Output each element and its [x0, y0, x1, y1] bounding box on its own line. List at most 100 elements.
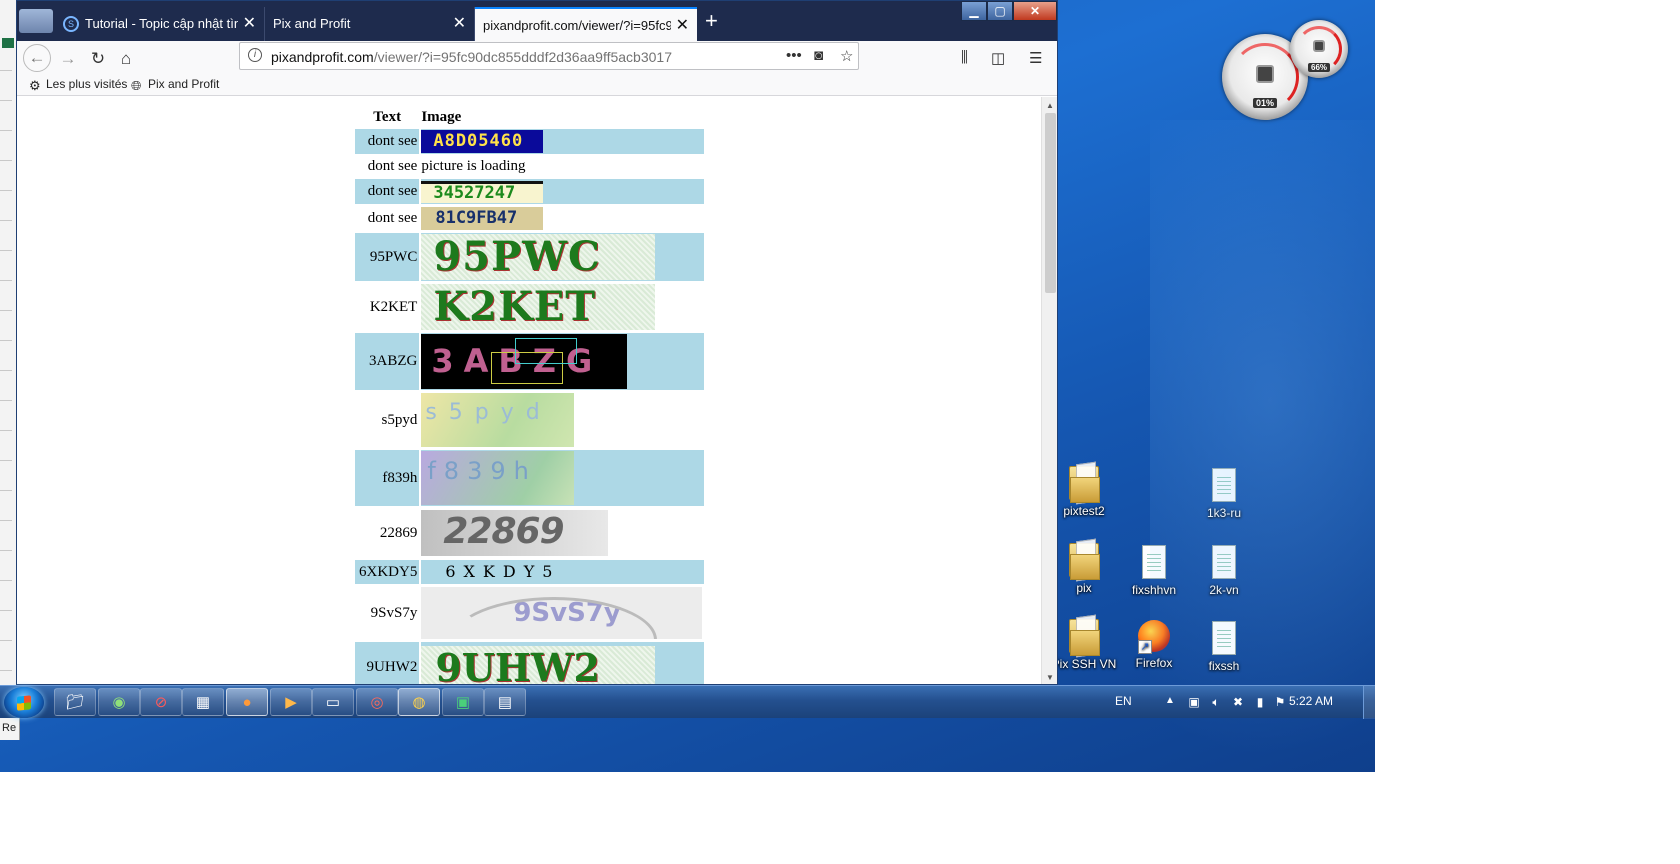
taskbar-control-panel[interactable]: ▦	[182, 688, 224, 716]
taskbar-notepad[interactable]: ▤	[484, 688, 526, 716]
tray-app-icon[interactable]: ▣	[1187, 695, 1201, 709]
back-button[interactable]: ←	[23, 44, 51, 72]
window-thumbnail-icon	[19, 9, 53, 33]
volume-icon[interactable]: 🔈︎	[1209, 695, 1223, 709]
table-row: dont see picture is loading	[355, 156, 704, 177]
captcha-image: 6XKDY5	[421, 561, 622, 583]
screen: 01% 66% pixtest2 1k3-ru pix fixshhvn 2k-…	[0, 0, 1680, 864]
language-indicator[interactable]: EN	[1115, 694, 1132, 708]
taskbar-file-explorer[interactable]: 📁︎	[54, 688, 96, 716]
desktop-icon-label: 1k3-ru	[1206, 506, 1241, 520]
ram-chip-icon	[1313, 40, 1325, 52]
bookmark-most-visited[interactable]: ⚙ Les plus visités	[29, 77, 127, 92]
scroll-up-icon[interactable]: ▲	[1046, 101, 1054, 110]
show-hidden-icons-icon[interactable]: ▲	[1165, 695, 1175, 706]
scroll-down-icon[interactable]: ▼	[1046, 673, 1054, 682]
forward-button[interactable]: →	[55, 46, 81, 72]
cpu-meter-gadget[interactable]: 01% 66%	[1222, 20, 1352, 120]
reload-button[interactable]: ↻	[85, 46, 111, 72]
row-image: picture is loading	[421, 156, 704, 177]
library-icon[interactable]: ⫼	[961, 49, 968, 66]
taskbar-blocked-app[interactable]: ⊘	[140, 688, 182, 716]
row-image: A8D05460	[421, 129, 705, 154]
folder-icon: 📁︎	[65, 694, 85, 711]
maximize-button[interactable]: ▢	[987, 1, 1013, 21]
bookmarks-toolbar: ⚙ Les plus visités 🌐︎ Pix and Profit	[17, 75, 1057, 96]
captcha-image: 81C9FB47	[421, 207, 544, 230]
site-info-icon[interactable]: i	[248, 48, 262, 62]
row-text: s5pyd	[381, 411, 418, 428]
bookmark-star-icon[interactable]: ☆	[840, 47, 853, 65]
cpu-chip-icon	[1256, 65, 1274, 83]
desktop-icon-fixshhvn[interactable]: fixshhvn	[1114, 545, 1194, 597]
desktop-icon-label: Firefox	[1135, 656, 1173, 670]
row-image: s5pyd	[421, 392, 704, 448]
home-button[interactable]: ⌂	[113, 46, 139, 72]
captcha-image: 34527247	[421, 180, 544, 203]
close-tab-icon[interactable]: ✕	[243, 9, 256, 39]
desktop-icon-1k3-ru[interactable]: 1k3-ru	[1184, 468, 1264, 520]
page-actions-icon[interactable]: •••	[786, 47, 802, 64]
navigation-toolbar: ← → ↻ ⌂ i pixandprofit.com/viewer/?i=95f…	[17, 41, 1057, 75]
bookmark-pix-and-profit[interactable]: 🌐︎ Pix and Profit	[131, 77, 219, 92]
row-text: 6XKDY5	[355, 560, 420, 584]
start-button[interactable]	[4, 687, 44, 718]
pocket-icon[interactable]: ◙	[814, 47, 823, 64]
firefox-window: S Tutorial - Topic cập nhật tình h ✕ Pix…	[16, 0, 1058, 685]
firefox-icon	[1138, 620, 1170, 654]
row-text: K2KET	[369, 298, 418, 315]
table-header-row: Text Image	[355, 107, 704, 127]
desktop-icon-label: pix	[1076, 581, 1092, 595]
row-text: dont see	[355, 129, 420, 154]
show-desktop-button[interactable]	[1363, 686, 1375, 719]
network-warning-icon[interactable]: ✖	[1231, 695, 1245, 709]
taskbar-chrome[interactable]: ◍	[398, 688, 440, 716]
taskbar-excel[interactable]: ▣	[442, 688, 484, 716]
row-image: 6XKDY5	[421, 560, 705, 584]
new-tab-button[interactable]: +	[705, 10, 718, 32]
desktop-icon-2k-vn[interactable]: 2k-vn	[1184, 545, 1264, 597]
taskbar-firefox[interactable]: ●	[226, 688, 268, 716]
file-icon	[1212, 468, 1236, 502]
file-icon	[1142, 545, 1166, 579]
sidebar-icon[interactable]: ◫	[991, 49, 1005, 67]
captcha-table: Text Image dont see A8D05460 dont see pi…	[353, 105, 706, 684]
minimize-button[interactable]: ▁	[961, 1, 987, 21]
close-window-button[interactable]: ✕	[1013, 1, 1057, 21]
action-center-icon[interactable]: ⚑	[1273, 695, 1287, 709]
folder-icon	[1069, 619, 1100, 656]
site-favicon-icon: S	[63, 16, 79, 32]
captcha-image: 95PWC	[421, 234, 656, 280]
refresh-globe-icon: ◉	[112, 694, 126, 711]
close-tab-icon[interactable]: ✕	[453, 9, 466, 39]
taskbar-record-app[interactable]: ◎	[356, 688, 398, 716]
row-text: 3ABZG	[355, 333, 420, 390]
taskbar-media-player[interactable]: ▶	[270, 688, 312, 716]
taskbar: 📁︎ ◉ ⊘ ▦ ● ▶ ▭ ◎ ◍ ▣ ▤ EN ▲ ▣ 🔈︎ ✖ ▮ ⚑ 5…	[0, 685, 1375, 719]
clock[interactable]: 5:22 AM	[1289, 694, 1333, 708]
taskbar-window-app[interactable]: ▭	[312, 688, 354, 716]
vertical-scrollbar[interactable]: ▲ ▼	[1041, 97, 1057, 684]
row-text: f839h	[355, 450, 420, 506]
desktop-icon-fixssh[interactable]: fixssh	[1184, 621, 1264, 673]
tab-label: pixandprofit.com/viewer/?i=95fc90	[483, 18, 671, 33]
url-text: pixandprofit.com/viewer/?i=95fc90dc855dd…	[271, 49, 672, 65]
tab-viewer[interactable]: pixandprofit.com/viewer/?i=95fc90 ✕	[475, 7, 697, 41]
table-row: 9UHW2 9UHW2	[355, 642, 705, 684]
captcha-image: 3ABZG	[421, 334, 628, 389]
row-image: 81C9FB47	[421, 206, 704, 231]
menu-icon[interactable]: ☰	[1029, 49, 1042, 67]
url-bar[interactable]: i pixandprofit.com/viewer/?i=95fc90dc855…	[239, 42, 859, 70]
row-image: K2KET	[421, 283, 704, 331]
table-row: dont see 81C9FB47	[355, 206, 704, 231]
taskbar-browser-green[interactable]: ◉	[98, 688, 140, 716]
row-text: dont see	[355, 179, 420, 204]
tab-pix-and-profit[interactable]: Pix and Profit ✕	[265, 7, 475, 41]
tab-tutorial[interactable]: S Tutorial - Topic cập nhật tình h ✕	[55, 7, 265, 41]
desktop-icon-firefox[interactable]: Firefox	[1114, 620, 1194, 670]
captcha-image: 9SvS7y	[421, 587, 703, 639]
table-row: 95PWC 95PWC	[355, 233, 705, 281]
close-tab-icon[interactable]: ✕	[676, 11, 689, 41]
scrollbar-thumb[interactable]	[1045, 113, 1056, 293]
power-icon[interactable]: ▮	[1253, 695, 1267, 709]
